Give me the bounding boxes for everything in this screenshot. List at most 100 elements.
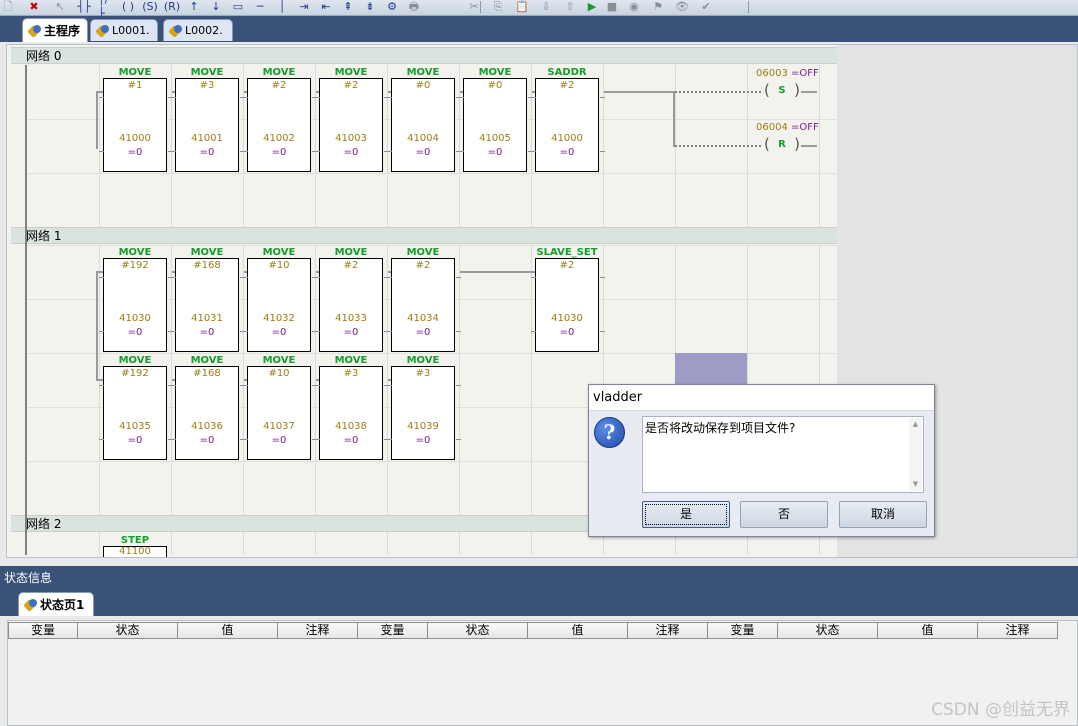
delete-row-icon[interactable]: ⇞ [340, 0, 356, 14]
function-block-step[interactable]: STEP 41100 [103, 535, 167, 557]
block-constant: #3 [415, 368, 431, 379]
function-block-move[interactable]: MOVE #3 41001 =0 [171, 67, 245, 172]
column-header[interactable]: 变量 [708, 622, 778, 639]
function-block-move[interactable]: MOVE #192 41030 =0 [99, 247, 173, 352]
check-icon[interactable]: ✔ [698, 0, 714, 14]
hline-icon[interactable]: ─ [252, 0, 268, 14]
wire [244, 379, 247, 381]
rising-edge-icon[interactable]: ↑ [186, 0, 202, 14]
function-block-icon[interactable]: ▭ [230, 0, 246, 14]
yes-button[interactable]: 是 [642, 501, 730, 528]
scroll-down-icon[interactable]: ▼ [909, 478, 922, 491]
network-0-header[interactable]: 网络 0 [11, 47, 837, 64]
function-block-move[interactable]: MOVE #1 41000 =0 [99, 67, 173, 172]
block-value: =0 [199, 435, 215, 446]
block-pin [387, 331, 392, 332]
function-block-move[interactable]: MOVE #168 41036 =0 [171, 355, 245, 460]
column-header[interactable]: 变量 [8, 622, 78, 639]
tab-main-program[interactable]: 主程序 [22, 18, 88, 42]
block-constant: #168 [193, 260, 221, 271]
block-name: SADDR [547, 67, 587, 78]
function-block-move[interactable]: MOVE #2 41034 =0 [387, 247, 461, 352]
network-1-header[interactable]: 网络 1 [11, 227, 837, 244]
block-pin [171, 151, 176, 152]
block-address: 41037 [263, 421, 295, 432]
column-header[interactable]: 状态 [78, 622, 178, 639]
column-header[interactable]: 变量 [358, 622, 428, 639]
block-body: #0 41005 =0 [459, 78, 533, 172]
delete-col-icon[interactable]: ⇟ [362, 0, 378, 14]
reset-coil-icon[interactable]: (R) [164, 0, 180, 14]
coil-state: =OFF [791, 122, 819, 133]
column-header[interactable]: 注释 [278, 622, 358, 639]
function-block-move[interactable]: MOVE #3 41039 =0 [387, 355, 461, 460]
coil-label: 06003 =OFF [756, 68, 819, 79]
column-header[interactable]: 状态 [428, 622, 528, 639]
block-constant: #2 [343, 260, 359, 271]
block-value: =0 [487, 147, 503, 158]
insert-col-icon[interactable]: ⇤ [318, 0, 334, 14]
column-header[interactable]: 值 [878, 622, 978, 639]
compile-icon[interactable]: ⚙ [384, 0, 400, 14]
function-block-move[interactable]: MOVE #3 41038 =0 [315, 355, 389, 460]
run-icon[interactable]: ▶ [584, 0, 600, 14]
block-body: #2 41002 =0 [243, 78, 317, 172]
block-value: =0 [199, 147, 215, 158]
column-header[interactable]: 状态 [778, 622, 878, 639]
column-header[interactable]: 值 [178, 622, 278, 639]
contact-nc-icon[interactable]: ┤/├ [98, 0, 114, 20]
function-block-move[interactable]: MOVE #0 41005 =0 [459, 67, 533, 172]
insert-row-icon[interactable]: ⇥ [296, 0, 312, 14]
function-block-move[interactable]: MOVE #192 41035 =0 [99, 355, 173, 460]
new-icon[interactable]: 🗋 [0, 0, 16, 14]
tab-status-page-1[interactable]: 状态页1 [18, 592, 94, 616]
paste-icon[interactable]: 📋 [514, 0, 530, 14]
function-block-move[interactable]: MOVE #10 41032 =0 [243, 247, 317, 352]
column-header[interactable]: 注释 [978, 622, 1058, 639]
tab-l0001[interactable]: L0001. [90, 19, 158, 41]
dialog-scrollbar[interactable]: ▲ ▼ [909, 418, 922, 491]
download-icon[interactable]: ⇩ [538, 0, 554, 14]
function-block-move[interactable]: MOVE #2 41003 =0 [315, 67, 389, 172]
column-header[interactable]: 值 [528, 622, 628, 639]
function-block-slave-set[interactable]: SLAVE_SET #2 41030 =0 [531, 247, 605, 352]
block-name: MOVE [118, 67, 152, 78]
cancel-button[interactable]: 取消 [839, 501, 927, 528]
set-coil[interactable]: S [764, 80, 800, 101]
function-block-move[interactable]: MOVE #2 41002 =0 [243, 67, 317, 172]
set-coil-icon[interactable]: (S) [142, 0, 158, 14]
save-changes-dialog: vladder ? 是否将改动保存到项目文件? ▲ ▼ 是 否 取消 [588, 384, 935, 537]
force-icon[interactable]: ⚑ [650, 0, 666, 14]
status-table[interactable]: 变量 状态值注释 变量 状态值注释 变量 状态值注释 [7, 620, 1078, 726]
tab-l0002[interactable]: L0002. [163, 19, 233, 41]
upload-icon[interactable]: ⇧ [562, 0, 578, 14]
delete-icon[interactable]: ✖ [26, 0, 42, 14]
block-pin [99, 331, 104, 332]
block-pin [315, 277, 320, 278]
no-button[interactable]: 否 [740, 501, 828, 528]
contact-no-icon[interactable]: ┤├ [76, 0, 92, 14]
function-block-move[interactable]: MOVE #2 41033 =0 [315, 247, 389, 352]
function-block-move[interactable]: MOVE #0 41004 =0 [387, 67, 461, 172]
block-body: #2 41000 =0 [531, 78, 605, 172]
block-name: MOVE [262, 247, 296, 258]
block-address: 41030 [119, 313, 151, 324]
function-block-move[interactable]: MOVE #168 41031 =0 [171, 247, 245, 352]
monitor-icon[interactable]: ◉ [626, 0, 642, 14]
vline-icon[interactable]: │ [274, 0, 290, 14]
scroll-up-icon[interactable]: ▲ [909, 418, 922, 431]
function-block-saddr[interactable]: SADDR #2 41000 =0 [531, 67, 605, 172]
dialog-message-box: 是否将改动保存到项目文件? ▲ ▼ [642, 416, 924, 493]
block-pin [387, 151, 392, 152]
reset-coil[interactable]: R [764, 134, 800, 155]
print-icon[interactable]: 🖶 [406, 0, 422, 14]
watch-icon[interactable]: 👁 [674, 0, 690, 14]
select-icon[interactable]: ↖ [52, 0, 68, 14]
stop-icon[interactable]: ■ [604, 0, 620, 14]
column-header[interactable]: 注释 [628, 622, 708, 639]
falling-edge-icon[interactable]: ↓ [208, 0, 224, 14]
function-block-move[interactable]: MOVE #10 41037 =0 [243, 355, 317, 460]
block-address: 41000 [551, 133, 583, 144]
copy-icon[interactable]: ⎘ [490, 0, 506, 14]
output-coil-icon[interactable]: ( ) [120, 0, 136, 14]
